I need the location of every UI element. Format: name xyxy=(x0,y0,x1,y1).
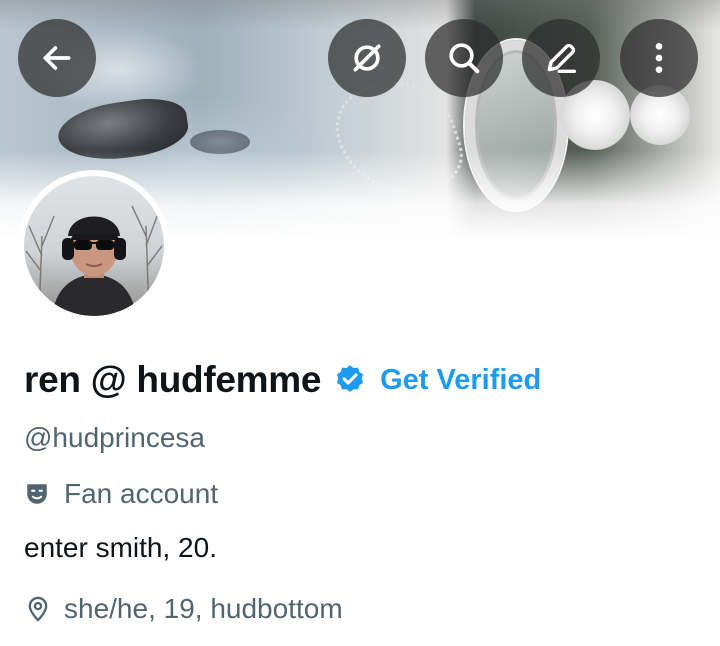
profile-location: she/he, 19, hudbottom xyxy=(24,593,343,625)
avatar-photo xyxy=(24,176,164,316)
location-label: she/he, 19, hudbottom xyxy=(64,593,343,624)
location-pin-icon xyxy=(28,596,48,622)
edit-pencil-icon xyxy=(547,43,576,74)
grok-slash-icon xyxy=(353,44,381,72)
profile-name-row: ren @ hudfemme Get Verified xyxy=(24,356,541,404)
profile-avatar[interactable] xyxy=(18,170,170,322)
more-vertical-icon xyxy=(655,43,663,73)
display-name: ren @ hudfemme xyxy=(24,359,322,400)
profile-category: Fan account xyxy=(24,478,218,510)
back-arrow-icon xyxy=(43,46,71,70)
avatar-portrait xyxy=(25,205,163,316)
grok-button[interactable] xyxy=(328,19,406,97)
back-button[interactable] xyxy=(18,19,96,97)
theater-mask-icon xyxy=(27,484,47,504)
search-button[interactable] xyxy=(425,19,503,97)
more-button[interactable] xyxy=(620,19,698,97)
category-label: Fan account xyxy=(64,478,219,509)
profile-handle: @hudprincesa xyxy=(24,422,205,453)
profile-bio: enter smith, 20. xyxy=(24,532,217,563)
get-verified-link[interactable]: Get Verified xyxy=(380,364,541,397)
search-icon xyxy=(449,43,480,74)
edit-button[interactable] xyxy=(522,19,600,97)
verified-badge-icon[interactable] xyxy=(333,363,367,397)
